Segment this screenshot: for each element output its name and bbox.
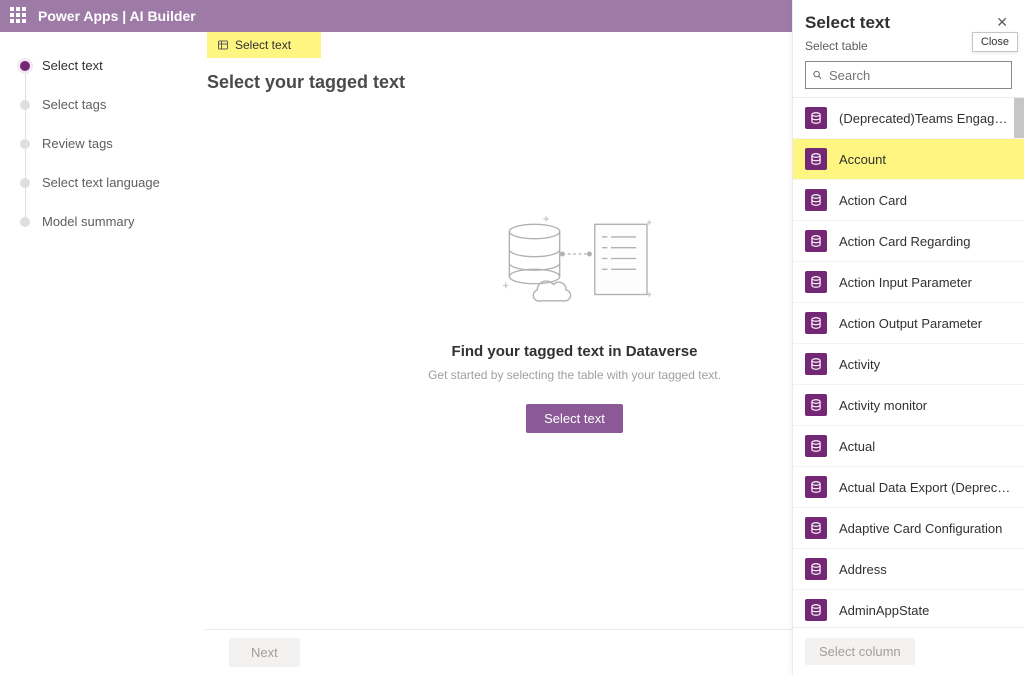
entity-icon [805,230,827,252]
select-column-button[interactable]: Select column [805,638,915,665]
table-row[interactable]: Account [793,139,1024,180]
table-row-label: Account [839,152,886,167]
step-item[interactable]: Model summary [20,214,193,229]
table-row-label: Actual Data Export (Deprecated) [839,480,1012,495]
table-row-label: Action Input Parameter [839,275,972,290]
table-row[interactable]: Activity monitor [793,385,1024,426]
app-title: Power Apps | AI Builder [38,8,196,24]
table-row[interactable]: Action Card [793,180,1024,221]
step-label: Review tags [42,136,113,151]
table-row-label: Address [839,562,887,577]
table-icon [217,39,229,51]
table-row[interactable]: Adaptive Card Configuration [793,508,1024,549]
step-item[interactable]: Review tags [20,136,193,151]
table-row-label: (Deprecated)Teams Engagement Co... [839,111,1012,126]
table-row[interactable]: (Deprecated)Teams Engagement Co... [793,98,1024,139]
empty-heading: Find your tagged text in Dataverse [452,343,698,360]
table-row-label: Action Card [839,193,907,208]
panel-title: Select text [805,13,890,33]
step-label: Select text [42,58,103,73]
entity-icon [805,148,827,170]
table-row[interactable]: Activity [793,344,1024,385]
table-row[interactable]: Action Card Regarding [793,221,1024,262]
breadcrumb-label: Select text [235,38,291,52]
entity-icon [805,353,827,375]
panel-footer: Select column [793,627,1024,675]
breadcrumb[interactable]: Select text [207,32,321,58]
table-row-label: Activity monitor [839,398,927,413]
entity-icon [805,476,827,498]
table-row[interactable]: Action Input Parameter [793,262,1024,303]
step-item[interactable]: Select text language [20,175,193,190]
close-tooltip: Close [972,32,1018,52]
entity-icon [805,312,827,334]
table-row-label: Actual [839,439,875,454]
empty-subtext: Get started by selecting the table with … [428,368,721,382]
waffle-icon[interactable] [10,7,28,25]
table-row[interactable]: Actual [793,426,1024,467]
table-row-label: Action Output Parameter [839,316,982,331]
step-dot-icon [20,100,30,110]
search-input[interactable] [829,68,1005,83]
entity-icon [805,107,827,129]
select-text-panel: Select text ✕ Close Select table (Deprec… [792,0,1024,675]
steps-sidebar: Select text Select tags Review tags Select … [0,32,205,675]
scrollbar-thumb[interactable] [1014,98,1024,138]
table-row[interactable]: AdminAppState [793,590,1024,627]
entity-icon [805,517,827,539]
step-dot-icon [20,139,30,149]
step-label: Model summary [42,214,134,229]
table-row-label: AdminAppState [839,603,929,618]
panel-header: Select text ✕ Close [793,0,1024,35]
step-label: Select tags [42,97,106,112]
table-row[interactable]: Action Output Parameter [793,303,1024,344]
step-item[interactable]: Select text [20,58,193,73]
entity-icon [805,394,827,416]
entity-icon [805,189,827,211]
table-list[interactable]: (Deprecated)Teams Engagement Co... Accoun… [793,97,1024,627]
step-dot-icon [20,217,30,227]
entity-icon [805,271,827,293]
step-item[interactable]: Select tags [20,97,193,112]
entity-icon [805,435,827,457]
table-row[interactable]: Actual Data Export (Deprecated) [793,467,1024,508]
step-dot-icon [20,178,30,188]
search-box[interactable] [805,61,1012,89]
step-label: Select text language [42,175,160,190]
table-row-label: Action Card Regarding [839,234,971,249]
table-row-label: Activity [839,357,880,372]
search-icon [812,68,823,82]
table-row[interactable]: Address [793,549,1024,590]
entity-icon [805,558,827,580]
next-button[interactable]: Next [229,638,300,667]
step-dot-icon [20,61,30,71]
select-text-button[interactable]: Select text [526,404,623,433]
entity-icon [805,599,827,621]
database-cloud-illustration [485,213,665,313]
table-row-label: Adaptive Card Configuration [839,521,1002,536]
